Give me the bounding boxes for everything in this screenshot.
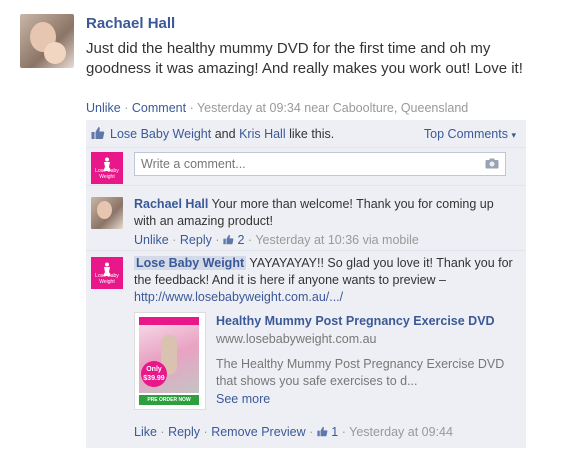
preview-thumbnail[interactable]: Only $39.99 PRE ORDER NOW [134, 312, 206, 410]
dvd-cover-image: Only $39.99 [139, 317, 199, 393]
likes-suffix: like this. [289, 127, 335, 141]
link-preview[interactable]: Only $39.99 PRE ORDER NOW Healthy Mummy … [134, 312, 514, 412]
camera-icon[interactable] [485, 158, 499, 169]
separator: · [172, 233, 177, 247]
comment-author[interactable]: Rachael Hall [134, 197, 208, 211]
like-count[interactable]: 1 [317, 425, 342, 439]
author-avatar[interactable] [20, 14, 74, 68]
like-count[interactable]: 2 [223, 233, 248, 247]
divider [86, 250, 526, 251]
separator: · [247, 233, 253, 247]
page-avatar[interactable]: Lose Baby Weight [91, 152, 123, 184]
like-thumb-icon [317, 426, 328, 437]
like-thumb-icon [91, 127, 105, 139]
unlike-link[interactable]: Unlike [134, 233, 169, 247]
like-thumb-icon [223, 234, 234, 245]
post-timestamp[interactable]: Yesterday at 09:34 near Caboolture, Quee… [197, 101, 468, 115]
divider [86, 185, 526, 186]
top-comments-dropdown[interactable]: Top Comments ▾ [424, 127, 516, 141]
commenter-avatar[interactable] [91, 197, 123, 229]
comment-timestamp[interactable]: Yesterday at 09:44 [349, 425, 453, 439]
likes-and: and [214, 127, 236, 141]
commenter-avatar[interactable]: Lose Baby Weight [91, 257, 123, 289]
likes-sentence: Lose Baby Weight and Kris Hall like this… [86, 120, 526, 148]
comment-link[interactable]: Comment [132, 101, 186, 115]
preview-domain: www.losebabyweight.com.au [216, 332, 377, 346]
likes-text: Lose Baby Weight and Kris Hall like this… [110, 127, 334, 141]
post-meta: Unlike · Comment · Yesterday at 09:34 ne… [86, 101, 468, 115]
like-link[interactable]: Like [134, 425, 157, 439]
post-message: Just did the healthy mummy DVD for the f… [86, 40, 523, 77]
comment-meta: Unlike · Reply · 2 · Yesterday at 10:36 … [134, 233, 419, 247]
separator: · [189, 101, 194, 115]
liker-link[interactable]: Kris Hall [239, 127, 286, 141]
comment-body: Rachael Hall Your more than welcome! Tha… [134, 196, 514, 230]
separator: · [215, 233, 220, 247]
logo-text: Lose Baby Weight [95, 168, 119, 180]
chevron-down-icon: ▾ [511, 130, 516, 140]
feed-story: Rachael Hall Just did the healthy mummy … [0, 0, 576, 458]
comment-item: Rachael Hall Your more than welcome! Tha… [86, 196, 526, 252]
price-badge: Only $39.99 [141, 361, 167, 387]
avatar-baby [44, 42, 66, 64]
comment-timestamp[interactable]: Yesterday at 10:36 via mobile [255, 233, 419, 247]
reply-link[interactable]: Reply [180, 233, 212, 247]
remove-preview-link[interactable]: Remove Preview [211, 425, 305, 439]
cover-stripe [139, 317, 199, 325]
comment-placeholder: Write a comment... [141, 157, 246, 171]
comments-panel: Lose Baby Weight and Kris Hall like this… [86, 120, 526, 448]
unlike-link[interactable]: Unlike [86, 101, 121, 115]
separator: · [203, 425, 208, 439]
liker-link[interactable]: Lose Baby Weight [110, 127, 211, 141]
logo-text: Lose Baby Weight [95, 273, 119, 285]
comment-author[interactable]: Lose Baby Weight [134, 256, 247, 270]
separator: · [309, 425, 314, 439]
reply-link[interactable]: Reply [168, 425, 200, 439]
avatar-face [97, 201, 112, 219]
separator: · [160, 425, 165, 439]
comment-meta: Like · Reply · Remove Preview · 1 · Yest… [134, 425, 453, 439]
comment-link[interactable]: http://www.losebabyweight.com.au/.../ [134, 290, 343, 304]
comment-input[interactable]: Write a comment... [134, 152, 506, 176]
see-more-link[interactable]: See more [216, 392, 270, 406]
separator: · [124, 101, 129, 115]
like-count-value: 2 [237, 233, 245, 247]
preview-description: The Healthy Mummy Post Pregnancy Exercis… [216, 357, 505, 388]
like-count-value: 1 [331, 425, 339, 439]
top-comments-label: Top Comments [423, 127, 508, 141]
post-author-name[interactable]: Rachael Hall [86, 15, 175, 32]
separator: · [341, 425, 346, 439]
preview-title[interactable]: Healthy Mummy Post Pregnancy Exercise DV… [216, 314, 495, 328]
pre-order-badge: PRE ORDER NOW [139, 395, 199, 405]
comment-body: Lose Baby Weight YAYAYAYAY!! So glad you… [134, 255, 514, 306]
